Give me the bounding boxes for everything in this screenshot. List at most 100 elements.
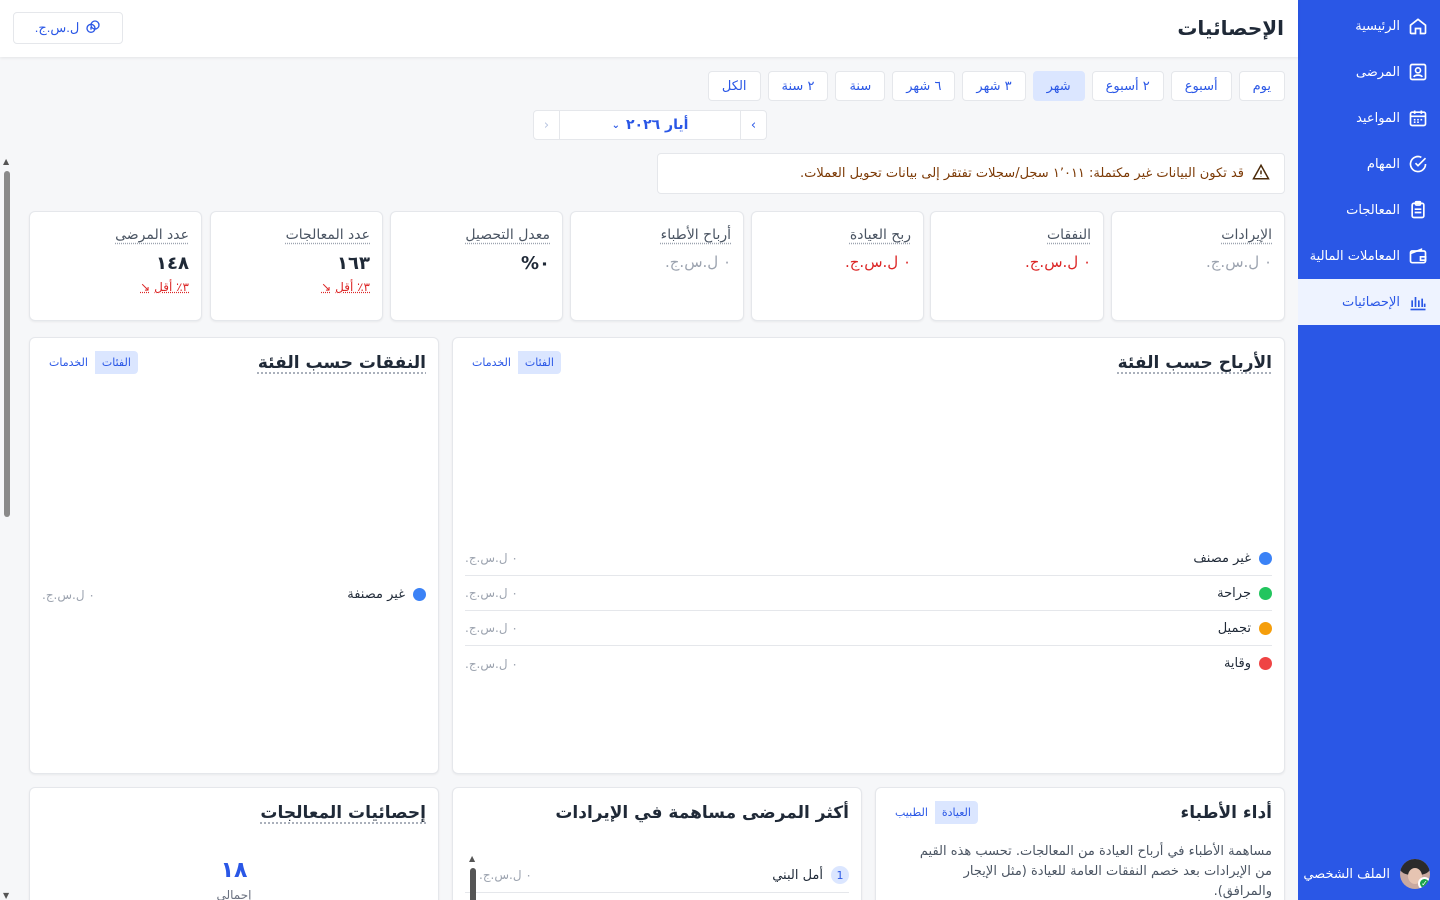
legend-amount: ٠ ل.س.ج. bbox=[42, 587, 95, 602]
scrollbar-thumb[interactable] bbox=[4, 171, 10, 517]
legend-name: غير مصنفة bbox=[347, 587, 405, 602]
list-scrollbar[interactable]: ▲ bbox=[469, 854, 477, 900]
kpi-value: ٠ ل.س.ج. bbox=[664, 253, 731, 271]
scroll-down-icon[interactable]: ▼ bbox=[3, 891, 9, 900]
card-title: إحصائيات المعالجات bbox=[260, 803, 426, 823]
toggle-services[interactable]: الخدمات bbox=[42, 351, 95, 374]
patient-id-icon bbox=[1408, 62, 1428, 82]
date-navigator: › أيار ٢٠٢٦ ⌄ ‹ bbox=[533, 110, 767, 140]
kpi-value: ١٤٨ bbox=[156, 253, 189, 274]
patient-amount: ٠ ل.س.ج. bbox=[479, 868, 532, 882]
kpi-value: ٠ ل.س.ج. bbox=[844, 253, 911, 271]
card-title: النفقات حسب الفئة bbox=[257, 353, 426, 373]
period-button[interactable]: ٦ شهر bbox=[892, 71, 956, 101]
sidebar: الرئيسية المرضى المواعيد المهام المعالجا… bbox=[1298, 0, 1440, 900]
category-service-toggle: الفئات الخدمات bbox=[42, 351, 138, 374]
total-label: إجمالي bbox=[216, 888, 252, 900]
treatment-stats-card: إحصائيات المعالجات ١٨ إجمالي bbox=[29, 787, 439, 900]
kpi-change-label: ٣٪ أقل bbox=[154, 280, 189, 294]
sidebar-item-patients[interactable]: المرضى bbox=[1298, 49, 1440, 95]
toggle-clinic[interactable]: العيادة bbox=[934, 801, 978, 824]
sidebar-item-treatments[interactable]: المعالجات bbox=[1298, 187, 1440, 233]
clipboard-icon bbox=[1408, 200, 1428, 220]
previous-period-button[interactable]: › bbox=[740, 111, 766, 139]
period-button[interactable]: ٢ أسبوع bbox=[1091, 71, 1164, 101]
clinic-doctor-toggle: العيادة الطبيب bbox=[888, 801, 978, 824]
patient-name: أمل البني bbox=[772, 867, 823, 883]
card-title: أداء الأطباء bbox=[1180, 803, 1273, 823]
sidebar-profile[interactable]: ✓ الملف الشخصي bbox=[1298, 854, 1440, 894]
period-button-active[interactable]: شهر bbox=[1032, 71, 1085, 101]
card-title: الأرباح حسب الفئة bbox=[1117, 353, 1272, 373]
legend-row: وقاية ٠ ل.س.ج. bbox=[465, 646, 1272, 681]
kpi-value: ٠ ل.س.ج. bbox=[1205, 253, 1272, 271]
period-button[interactable]: أسبوع bbox=[1170, 71, 1232, 101]
toggle-categories[interactable]: الفئات bbox=[517, 351, 561, 374]
doctor-performance-card: أداء الأطباء العيادة الطبيب مساهمة الأطب… bbox=[875, 787, 1285, 900]
home-icon bbox=[1408, 16, 1428, 36]
currency-button[interactable]: ل.س.ج. bbox=[13, 12, 123, 44]
toggle-doctor[interactable]: الطبيب bbox=[888, 801, 935, 824]
warning-text: قد تكون البيانات غير مكتملة: ١٬٠١١ سجل/س… bbox=[799, 166, 1244, 181]
top-patients-card: أكثر المرضى مساهمة في الإيرادات 1 أمل ال… bbox=[452, 787, 862, 900]
sidebar-item-label: المرضى bbox=[1355, 64, 1400, 80]
sidebar-item-label: المهام bbox=[1366, 156, 1400, 172]
trend-down-icon: ↘ bbox=[321, 280, 332, 294]
kpi-title: النفقات bbox=[1047, 227, 1091, 243]
legend-row: غير مصنفة ٠ ل.س.ج. bbox=[42, 577, 426, 612]
sidebar-item-home[interactable]: الرئيسية bbox=[1298, 3, 1440, 49]
legend-dot bbox=[1259, 551, 1272, 565]
kpi-row: الإيرادات ٠ ل.س.ج. النفقات ٠ ل.س.ج. ربح … bbox=[29, 211, 1285, 321]
currency-label: ل.س.ج. bbox=[34, 20, 80, 35]
legend-name: تجميل bbox=[1217, 620, 1251, 636]
legend-amount: ٠ ل.س.ج. bbox=[465, 586, 518, 600]
incomplete-data-warning: قد تكون البيانات غير مكتملة: ١٬٠١١ سجل/س… bbox=[657, 153, 1285, 194]
period-button[interactable]: يوم bbox=[1238, 71, 1285, 101]
kpi-card-expenses: النفقات ٠ ل.س.ج. bbox=[930, 211, 1104, 321]
legend-dot bbox=[413, 588, 426, 601]
scrollbar-thumb[interactable] bbox=[470, 868, 476, 900]
kpi-change: ٣٪ أقل ↘ bbox=[42, 280, 189, 294]
toggle-categories[interactable]: الفئات bbox=[94, 351, 138, 374]
kpi-card-doctor-profits: أرباح الأطباء ٠ ل.س.ج. bbox=[570, 211, 744, 321]
page-scrollbar[interactable]: ▲ ▼ bbox=[2, 157, 12, 900]
sidebar-item-appointments[interactable]: المواعيد bbox=[1298, 95, 1440, 141]
kpi-title: عدد المعالجات bbox=[285, 227, 370, 243]
legend-amount: ٠ ل.س.ج. bbox=[465, 551, 518, 565]
legend-row: تجميل ٠ ل.س.ج. bbox=[465, 611, 1272, 646]
kpi-value: ٠% bbox=[520, 253, 550, 274]
next-period-button[interactable]: ‹ bbox=[534, 111, 561, 139]
sidebar-nav: الرئيسية المرضى المواعيد المهام المعالجا… bbox=[1298, 0, 1440, 325]
period-selector: يوم أسبوع ٢ أسبوع شهر ٣ شهر ٦ شهر سنة ٢ … bbox=[707, 71, 1285, 101]
sidebar-item-label: المعاملات المالية bbox=[1309, 248, 1400, 264]
kpi-card-revenue: الإيرادات ٠ ل.س.ج. bbox=[1111, 211, 1285, 321]
sidebar-item-statistics[interactable]: الإحصائيات bbox=[1298, 279, 1440, 325]
sidebar-item-financial-transactions[interactable]: المعاملات المالية bbox=[1298, 233, 1440, 279]
trend-down-icon: ↘ bbox=[140, 280, 151, 294]
chart-icon bbox=[1408, 292, 1428, 312]
kpi-title: معدل التحصيل bbox=[465, 227, 550, 243]
profit-by-category-card: الأرباح حسب الفئة الفئات الخدمات غير مصن… bbox=[452, 337, 1285, 774]
period-button[interactable]: ٢ سنة bbox=[767, 71, 829, 101]
date-picker-button[interactable]: أيار ٢٠٢٦ ⌄ bbox=[612, 117, 689, 133]
chevron-left-icon: ‹ bbox=[543, 117, 550, 133]
period-button[interactable]: سنة bbox=[835, 71, 886, 101]
kpi-title: الإيرادات bbox=[1221, 227, 1272, 243]
legend-dot bbox=[1259, 657, 1272, 670]
sidebar-item-tasks[interactable]: المهام bbox=[1298, 141, 1440, 187]
kpi-card-clinic-profit: ربح العيادة ٠ ل.س.ج. bbox=[751, 211, 924, 321]
verified-check-icon: ✓ bbox=[1418, 877, 1430, 889]
scroll-up-icon[interactable]: ▲ bbox=[3, 157, 9, 166]
period-button[interactable]: الكل bbox=[707, 71, 761, 101]
coins-icon bbox=[85, 19, 101, 38]
kpi-value: ١٦٣ bbox=[337, 253, 370, 274]
sidebar-item-label: المواعيد bbox=[1356, 110, 1400, 126]
period-button[interactable]: ٣ شهر bbox=[962, 71, 1026, 101]
check-circle-icon bbox=[1408, 154, 1428, 174]
legend-name: غير مصنف bbox=[1193, 550, 1251, 566]
sidebar-item-label: الرئيسية bbox=[1355, 18, 1400, 34]
rank-badge: 1 bbox=[831, 866, 849, 884]
avatar: ✓ bbox=[1400, 859, 1430, 889]
list-item[interactable]: 1 أمل البني ٠ ل.س.ج. bbox=[465, 858, 849, 893]
toggle-services[interactable]: الخدمات bbox=[465, 351, 518, 374]
